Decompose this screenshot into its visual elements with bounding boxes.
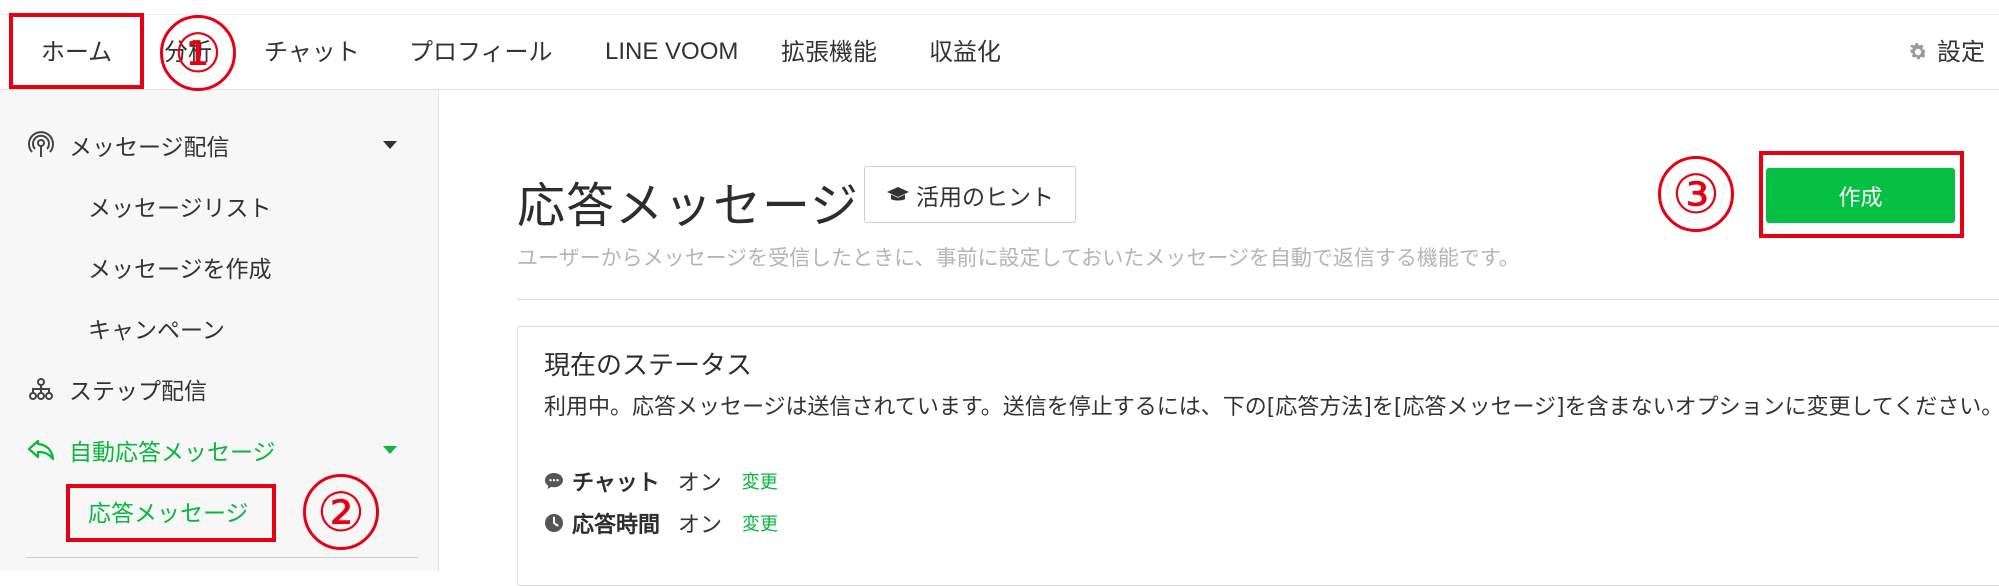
nav-tab-line-voom[interactable]: LINE VOOM	[605, 15, 738, 89]
nav-tab-profile[interactable]: プロフィール	[409, 15, 553, 89]
tips-button[interactable]: 活用のヒント	[864, 166, 1076, 223]
settings-label: 設定	[1937, 38, 1985, 66]
status-description: 利用中。応答メッセージは送信されています。送信を停止するには、下の[応答方法]を…	[544, 395, 1999, 420]
change-link[interactable]: 変更	[742, 510, 778, 536]
status-row-chat: チャット オン 変更	[544, 465, 778, 497]
settings-link[interactable]: 設定	[1907, 15, 1985, 89]
sidebar-item-label: メッセージリスト	[88, 196, 272, 222]
sidebar-item-message-delivery[interactable]: メッセージ配信	[0, 115, 438, 175]
page-description: ユーザーからメッセージを受信したときに、事前に設定しておいたメッセージを自動で返…	[517, 246, 1520, 270]
nav-tab-extensions[interactable]: 拡張機能	[781, 15, 877, 89]
reply-arrow-icon	[26, 435, 56, 465]
top-navigation: ホーム 分析 チャット プロフィール LINE VOOM 拡張機能 収益化 設定	[0, 15, 1999, 90]
annotation-step-1: ①	[160, 15, 236, 91]
chat-bubble-icon	[545, 473, 563, 489]
content-divider	[517, 299, 1999, 300]
sidebar-item-auto-reply[interactable]: 自動応答メッセージ	[0, 420, 438, 480]
graduation-cap-icon	[887, 186, 909, 200]
sidebar-item-label: 自動応答メッセージ	[69, 440, 276, 466]
caret-down-icon	[383, 141, 397, 149]
sidebar-item-campaign[interactable]: キャンペーン	[0, 298, 438, 358]
caret-down-icon	[383, 446, 397, 454]
status-panel: 現在のステータス 利用中。応答メッセージは送信されています。送信を停止するには、…	[517, 326, 1999, 586]
sidebar-divider	[26, 557, 418, 558]
sidebar-item-message-list[interactable]: メッセージリスト	[0, 176, 438, 236]
annotation-highlight-response-message	[66, 484, 276, 542]
sidebar-item-label: メッセージ配信	[69, 135, 230, 161]
status-row-value: オン	[678, 513, 723, 538]
nav-tab-monetization[interactable]: 収益化	[929, 15, 1001, 89]
annotation-highlight-create	[1759, 151, 1964, 238]
gear-icon	[1910, 43, 1927, 60]
sidebar-item-step-delivery[interactable]: ステップ配信	[0, 359, 438, 419]
sidebar-item-label: キャンペーン	[88, 318, 225, 344]
step-tree-icon	[26, 374, 56, 404]
annotation-step-3: ③	[1658, 156, 1734, 232]
page-title: 応答メッセージ	[517, 178, 860, 234]
status-row-response-time: 応答時間 オン 変更	[544, 507, 778, 539]
annotation-step-2: ②	[303, 474, 379, 550]
clock-icon	[545, 514, 563, 532]
change-link[interactable]: 変更	[742, 468, 778, 494]
status-row-label: チャット	[572, 471, 660, 496]
tips-button-label: 活用のヒント	[916, 184, 1054, 211]
annotation-highlight-home	[9, 13, 144, 89]
sidebar-item-create-message[interactable]: メッセージを作成	[0, 237, 438, 297]
status-title: 現在のステータス	[544, 351, 753, 381]
sidebar-item-label: ステップ配信	[69, 379, 207, 405]
broadcast-icon	[26, 130, 56, 160]
status-row-label: 応答時間	[572, 513, 661, 538]
sidebar-item-label: メッセージを作成	[88, 257, 272, 283]
status-row-value: オン	[677, 471, 722, 496]
nav-tab-chat[interactable]: チャット	[264, 15, 360, 89]
